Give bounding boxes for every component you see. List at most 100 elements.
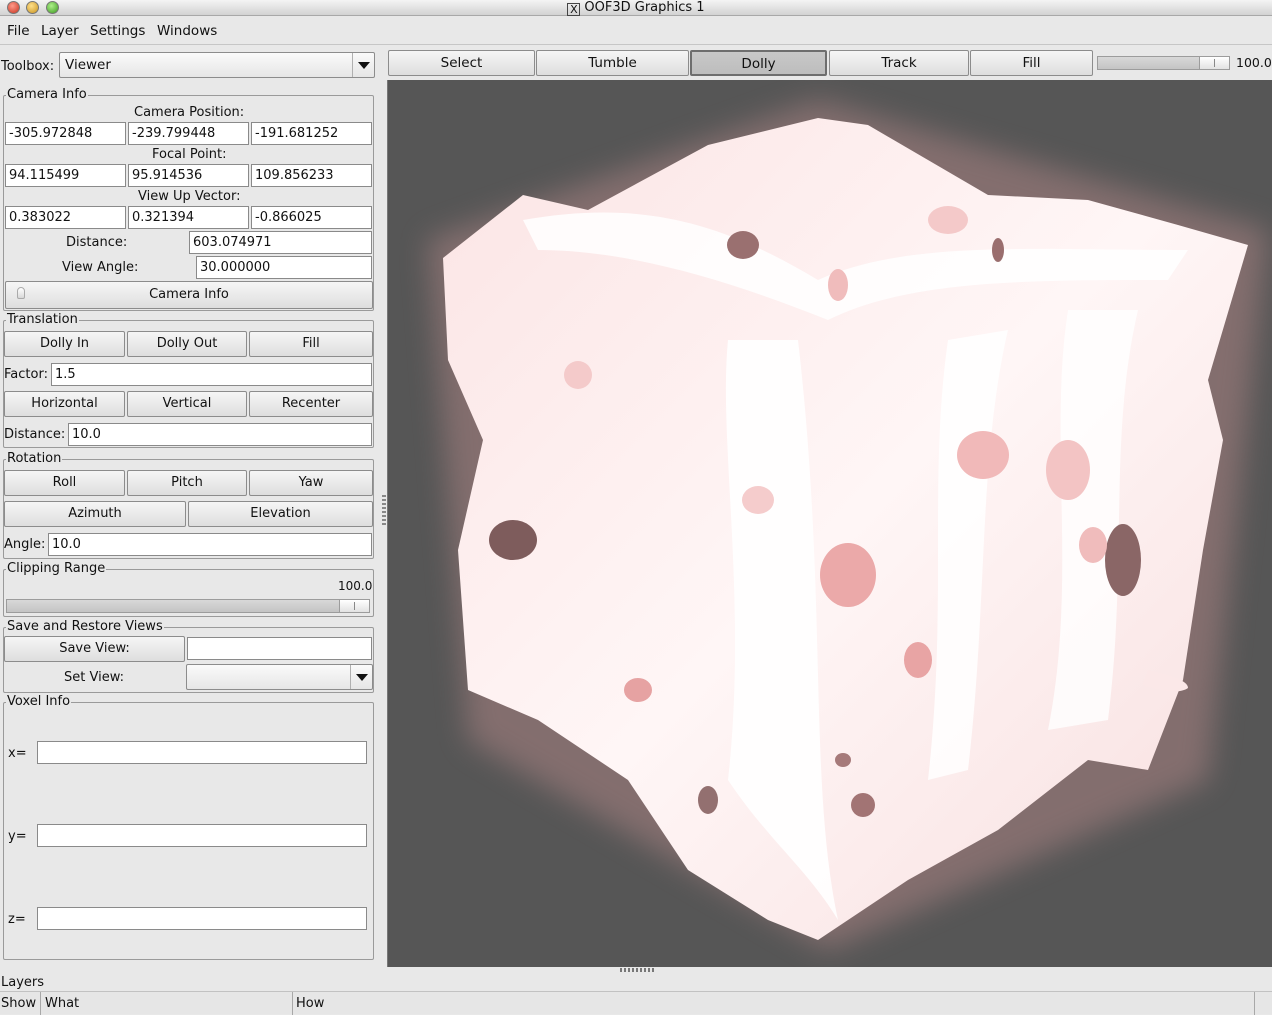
elevation-button[interactable]: Elevation bbox=[188, 501, 373, 527]
horizontal-button[interactable]: Horizontal bbox=[4, 391, 125, 417]
zoom-slider-handle[interactable] bbox=[1199, 57, 1229, 69]
view-up-y-field[interactable]: 0.321394 bbox=[128, 206, 249, 229]
voxel-x-label: x= bbox=[8, 746, 27, 761]
save-view-button[interactable]: Save View: bbox=[4, 636, 185, 662]
pore-dark bbox=[835, 753, 851, 767]
set-view-select[interactable] bbox=[186, 664, 373, 690]
pore bbox=[957, 431, 1009, 479]
view-up-label: View Up Vector: bbox=[138, 189, 241, 204]
camera-position-label: Camera Position: bbox=[134, 105, 245, 120]
pane-resize-handle[interactable] bbox=[382, 495, 386, 525]
camera-info-title: Camera Info bbox=[6, 87, 88, 102]
azimuth-button[interactable]: Azimuth bbox=[4, 501, 186, 527]
pore-dark bbox=[1105, 524, 1141, 596]
yaw-button[interactable]: Yaw bbox=[249, 470, 373, 496]
toolbox-select-value: Viewer bbox=[65, 57, 111, 73]
menu-windows[interactable]: Windows bbox=[157, 23, 217, 39]
mode-fill-button[interactable]: Fill bbox=[970, 50, 1093, 76]
set-view-label: Set View: bbox=[64, 670, 124, 685]
layers-title: Layers bbox=[1, 975, 45, 990]
mode-tumble-button[interactable]: Tumble bbox=[536, 50, 689, 76]
save-restore-views-title: Save and Restore Views bbox=[6, 619, 164, 634]
pore-dark bbox=[992, 238, 1004, 262]
roll-button[interactable]: Roll bbox=[4, 470, 125, 496]
lightbulb-icon bbox=[17, 287, 25, 299]
dolly-in-button[interactable]: Dolly In bbox=[4, 331, 125, 357]
focal-point-y-field[interactable]: 95.914536 bbox=[128, 164, 249, 187]
pore bbox=[1079, 527, 1107, 563]
graphics-canvas[interactable] bbox=[387, 80, 1272, 967]
vertical-button[interactable]: Vertical bbox=[127, 391, 247, 417]
microstructure-render bbox=[428, 100, 1268, 950]
layers-table-header: Show What How bbox=[0, 991, 1272, 1015]
layers-resize-handle[interactable] bbox=[620, 968, 654, 972]
menu-bar: File Layer Settings Windows bbox=[0, 17, 1272, 45]
camera-position-z-field[interactable]: -191.681252 bbox=[251, 122, 372, 145]
fill-button[interactable]: Fill bbox=[249, 331, 373, 357]
x11-icon: X bbox=[567, 3, 581, 16]
pore-dark bbox=[727, 231, 759, 259]
pore bbox=[564, 361, 592, 389]
camera-position-x-field[interactable]: -305.972848 bbox=[5, 122, 126, 145]
toolbox-label: Toolbox: bbox=[1, 59, 55, 74]
pore bbox=[904, 642, 932, 678]
view-angle-field[interactable]: 30.000000 bbox=[196, 256, 372, 279]
zoom-slider[interactable] bbox=[1097, 56, 1230, 70]
save-view-name-field[interactable] bbox=[187, 637, 372, 660]
voxel-y-label: y= bbox=[8, 829, 27, 844]
minimize-window-button[interactable] bbox=[26, 1, 39, 14]
clipping-range-title: Clipping Range bbox=[6, 561, 107, 576]
camera-position-y-field[interactable]: -239.799448 bbox=[128, 122, 249, 145]
pitch-button[interactable]: Pitch bbox=[127, 470, 247, 496]
clipping-range-value: 100.0 bbox=[338, 579, 373, 593]
mode-dolly-button[interactable]: Dolly bbox=[690, 50, 827, 76]
camera-distance-label: Distance: bbox=[66, 235, 128, 250]
recenter-button[interactable]: Recenter bbox=[249, 391, 373, 417]
column-divider bbox=[292, 992, 293, 1015]
pore bbox=[624, 678, 652, 702]
voxel-info-title: Voxel Info bbox=[6, 694, 72, 709]
menu-settings[interactable]: Settings bbox=[90, 23, 145, 39]
focal-point-label: Focal Point: bbox=[152, 147, 227, 162]
column-show[interactable]: Show bbox=[1, 996, 36, 1011]
camera-info-button[interactable]: Camera Info bbox=[5, 281, 373, 309]
focal-point-z-field[interactable]: 109.856233 bbox=[251, 164, 372, 187]
pore bbox=[742, 486, 774, 514]
pore-dark bbox=[851, 793, 875, 817]
factor-field[interactable]: 1.5 bbox=[51, 363, 372, 386]
zoom-value: 100.0 bbox=[1236, 55, 1272, 70]
column-divider bbox=[40, 992, 41, 1015]
voxel-z-label: z= bbox=[8, 912, 26, 927]
window-title: OOF3D Graphics 1 bbox=[584, 0, 705, 15]
column-what[interactable]: What bbox=[45, 996, 79, 1011]
layers-scrollbar[interactable] bbox=[1254, 992, 1272, 1015]
close-window-button[interactable] bbox=[7, 1, 20, 14]
clipping-range-slider-handle[interactable] bbox=[339, 600, 369, 612]
pore bbox=[1046, 440, 1090, 500]
voxel-y-field[interactable] bbox=[37, 824, 367, 847]
camera-distance-field[interactable]: 603.074971 bbox=[189, 231, 372, 254]
translation-distance-field[interactable]: 10.0 bbox=[68, 423, 372, 446]
column-how[interactable]: How bbox=[296, 996, 324, 1011]
pore-dark bbox=[489, 520, 537, 560]
chevron-down-icon bbox=[352, 53, 374, 77]
maximize-window-button[interactable] bbox=[46, 1, 59, 14]
rotation-angle-field[interactable]: 10.0 bbox=[48, 533, 372, 556]
menu-layer[interactable]: Layer bbox=[41, 23, 79, 39]
view-up-z-field[interactable]: -0.866025 bbox=[251, 206, 372, 229]
voxel-x-field[interactable] bbox=[37, 741, 367, 764]
toolbox-select[interactable]: Viewer bbox=[59, 52, 375, 78]
dolly-out-button[interactable]: Dolly Out bbox=[127, 331, 247, 357]
mode-select-button[interactable]: Select bbox=[388, 50, 535, 76]
pore-dark bbox=[698, 786, 718, 814]
translation-distance-label: Distance: bbox=[4, 427, 66, 442]
clipping-range-slider[interactable] bbox=[6, 599, 370, 613]
menu-file[interactable]: File bbox=[7, 23, 30, 39]
view-angle-label: View Angle: bbox=[62, 260, 139, 275]
voxel-z-field[interactable] bbox=[37, 907, 367, 930]
focal-point-x-field[interactable]: 94.115499 bbox=[5, 164, 126, 187]
pore bbox=[820, 543, 876, 607]
mode-track-button[interactable]: Track bbox=[829, 50, 969, 76]
view-up-x-field[interactable]: 0.383022 bbox=[5, 206, 126, 229]
chevron-down-icon bbox=[350, 665, 372, 689]
